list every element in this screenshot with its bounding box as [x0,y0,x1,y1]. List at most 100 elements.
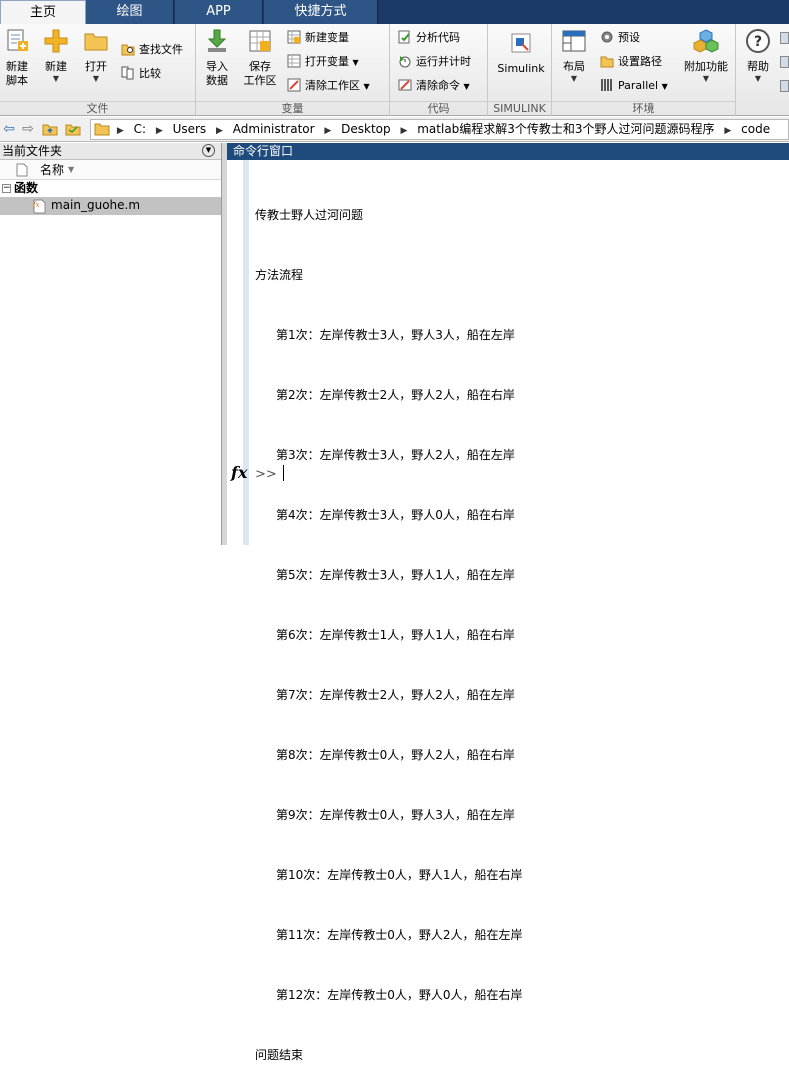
svg-text:fx: fx [32,201,40,209]
breadcrumb-item[interactable]: code [741,122,770,136]
browse-folder-icon[interactable] [64,121,82,137]
clear-commands-button[interactable]: 清除命令 ▼ [398,78,470,95]
chevron-down-icon: ▼ [570,74,578,83]
gear-icon [601,31,613,43]
up-folder-icon[interactable] [41,121,59,137]
group-environment: 布局 ▼ 预设 设置路径 Parallel ▼ 附加功能 ▼ 环境 [552,24,736,116]
open-button[interactable]: 打开 ▼ [80,28,112,84]
learn-icon[interactable] [780,80,789,92]
clear-workspace-icon [287,78,301,92]
plus-icon [44,29,68,53]
new-script-icon [7,29,28,51]
new-variable-button[interactable]: 新建变量 [287,30,349,46]
command-output: 传教士野人过河问题 方法流程 第1次：左岸传教士3人，野人3人，船在左岸 第2次… [255,165,523,1090]
tab-plots[interactable]: 绘图 [86,0,174,24]
file-name: main_guohe.m [51,198,141,212]
current-folder-panel: 当前文件夹 ▼ 名称 ▼ − 函数 fx main_guohe.m [0,143,222,545]
output-step: 第8次：左岸传教士0人，野人2人，船在右岸 [276,748,515,762]
compare-icon [121,66,134,80]
new-button[interactable]: 新建 ▼ [40,28,72,84]
output-step: 第9次：左岸传教士0人，野人3人，船在左岸 [276,808,515,822]
output-line: 问题结束 [255,1048,304,1062]
save-workspace-button[interactable]: 保存 工作区 [240,28,280,88]
group-simulink: Simulink SIMULINK [488,24,552,116]
file-row[interactable]: fx main_guohe.m [0,197,221,215]
group-row[interactable]: − 函数 [0,180,221,197]
breadcrumb-item[interactable]: matlab编程求解3个传教士和3个野人过河问题源码程序 [417,122,714,136]
breadcrumb-separator-icon: ▶ [400,126,408,136]
chevron-down-icon: ▼ [363,82,370,91]
svg-text:?: ? [754,34,762,50]
clear-commands-icon [398,79,412,91]
ribbon: 新建 脚本 新建 ▼ 打开 ▼ 查找文件 比较 文件 导入 数据 保存 工作区 新建变量 [0,24,789,116]
breadcrumb-separator-icon: ▶ [216,126,223,136]
column-header[interactable]: 名称 ▼ [0,160,221,180]
output-step: 第5次：左岸传教士3人，野人1人，船在左岸 [276,568,515,582]
output-step: 第7次：左岸传教士2人，野人2人，船在左岸 [276,688,515,702]
output-step: 第12次：左岸传教士0人，野人0人，船在右岸 [276,988,523,1002]
command-gutter [227,160,249,545]
group-file: 新建 脚本 新建 ▼ 打开 ▼ 查找文件 比较 文件 [0,24,196,116]
run-time-icon [399,56,411,68]
group-label-simulink: SIMULINK [488,101,551,115]
simulink-button[interactable]: Simulink [494,30,548,76]
folder-icon [94,123,110,136]
panel-menu-icon[interactable]: ▼ [202,144,215,157]
group-code: 分析代码 运行并计时 清除命令 ▼ 代码 [390,24,488,116]
address-bar: ⇦ ⇨ ▶ C: ▶ Users ▶ Administrator ▶ Deskt… [0,117,789,142]
breadcrumb-item[interactable]: Users [173,122,207,136]
layout-button[interactable]: 布局 ▼ [558,28,590,84]
simulink-icon [511,33,531,53]
find-files-button[interactable]: 查找文件 [121,42,183,58]
set-path-button[interactable]: 设置路径 [600,54,662,70]
output-step: 第11次：左岸传教士0人，野人2人，船在左岸 [276,928,523,942]
support-icon[interactable] [780,56,789,68]
community-icon[interactable] [780,32,789,44]
output-step: 第1次：左岸传教士3人，野人3人，船在左岸 [276,328,515,342]
tab-apps[interactable]: APP [175,0,263,24]
import-data-button[interactable]: 导入 数据 [202,28,232,88]
forward-icon[interactable]: ⇨ [20,121,36,137]
function-browser-icon[interactable]: fx [231,463,247,482]
chevron-down-icon: ▼ [463,82,470,91]
clear-workspace-button[interactable]: 清除工作区 ▼ [287,78,370,95]
chevron-down-icon: ▼ [754,74,762,83]
chevron-down-icon: ▼ [92,74,100,83]
breadcrumb-separator-icon: ▶ [155,126,163,136]
column-name: 名称 [40,163,65,177]
new-script-button[interactable]: 新建 脚本 [2,28,32,88]
sort-arrow-icon: ▼ [68,165,75,174]
command-prompt[interactable]: >> [255,465,284,485]
panel-title-bar: 当前文件夹 ▼ [0,143,221,160]
run-and-time-button[interactable]: 运行并计时 [398,54,471,70]
find-files-icon [121,44,135,56]
path-breadcrumb[interactable]: ▶ C: ▶ Users ▶ Administrator ▶ Desktop ▶… [90,119,789,140]
output-step: 第10次：左岸传教士0人，野人1人，船在右岸 [276,868,523,882]
tab-home[interactable]: 主页 [0,0,86,25]
chevron-down-icon: ▼ [352,58,359,67]
analyze-code-button[interactable]: 分析代码 [398,30,460,46]
tab-shortcuts[interactable]: 快捷方式 [264,0,378,24]
group-label-file: 文件 [0,101,195,115]
help-button[interactable]: ? 帮助 ▼ [742,28,774,84]
collapse-icon[interactable]: − [2,184,11,193]
preferences-button[interactable]: 预设 [600,30,640,46]
output-line: 传教士野人过河问题 [255,208,364,222]
panel-title: 当前文件夹 [2,144,63,158]
output-step: 第4次：左岸传教士3人，野人0人，船在右岸 [276,508,515,522]
group-label-variable: 变量 [196,101,389,115]
layout-icon [562,30,586,52]
group-variable: 导入 数据 保存 工作区 新建变量 打开变量 ▼ 清除工作区 ▼ 变量 [196,24,390,116]
back-icon[interactable]: ⇦ [1,121,17,137]
breadcrumb-separator-icon: ▶ [116,126,124,136]
analyze-icon [398,30,410,44]
parallel-button[interactable]: Parallel ▼ [600,78,668,95]
add-ons-button[interactable]: 附加功能 ▼ [680,28,732,84]
breadcrumb-item[interactable]: Desktop [341,122,391,136]
chevron-down-icon: ▼ [702,74,710,83]
command-window[interactable]: 命令行窗口 传教士野人过河问题 方法流程 第1次：左岸传教士3人，野人3人，船在… [227,143,789,1062]
breadcrumb-item[interactable]: Administrator [233,122,315,136]
breadcrumb-item[interactable]: C: [134,122,146,136]
compare-button[interactable]: 比较 [121,66,161,82]
open-variable-button[interactable]: 打开变量 ▼ [287,54,359,71]
